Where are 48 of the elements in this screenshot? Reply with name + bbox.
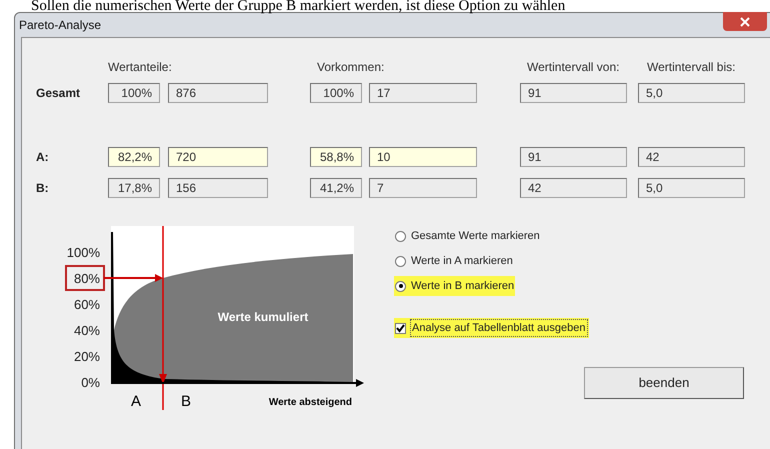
row-label: B: [36,180,50,197]
region-label: A [131,393,141,410]
value-field: 82,2% [108,147,160,167]
radio-option[interactable]: Gesamte Werte markieren [394,226,541,246]
value-field: 156 [168,178,268,198]
value-field: 100% [108,83,160,103]
export-checkbox[interactable]: Analyse auf Tabellenblatt ausgeben [394,318,588,338]
radio-icon [395,280,406,292]
value-field: 17,8% [108,178,160,198]
y-tick-label: 100% [66,245,100,260]
column-header: Vorkommen: [317,59,386,76]
value-field: 5,0 [638,178,745,198]
row-label: A: [36,149,50,166]
column-header: Wertintervall von: [527,59,620,76]
column-header: Wertintervall bis: [647,59,736,76]
y-tick-label: 0% [81,375,100,390]
close-icon [740,16,750,26]
value-field: 42 [638,147,745,167]
close-button[interactable] [723,12,767,31]
window-title: Pareto-Analyse [19,17,102,34]
value-field: 17 [369,83,477,103]
radio-icon [395,230,406,242]
x-axis-label: Werte absteigend [268,397,352,408]
radio-option[interactable]: Werte in B markieren [394,276,516,296]
value-field: 100% [310,83,362,103]
value-field: 5,0 [638,83,745,103]
value-field: 91 [520,147,627,167]
checkbox-icon [395,322,406,334]
radio-option[interactable]: Werte in A markieren [394,251,514,271]
y-tick-label: 40% [74,323,100,338]
finish-button[interactable]: beenden [584,367,744,399]
value-field: 42 [520,178,627,198]
value-field: 41,2% [310,178,362,198]
value-field: 58,8% [310,147,362,167]
y-tick-label: 80% [74,271,100,286]
region-label: B [181,393,191,410]
pointer-arrow [104,274,163,282]
value-field: 720 [168,147,268,167]
y-tick-label: 60% [74,297,100,312]
radio-icon [395,256,406,266]
y-tick-label: 20% [74,349,100,364]
value-field: 10 [369,147,477,167]
value-field: 7 [369,178,477,198]
value-field: 876 [168,83,268,103]
area-label: Werte kumuliert [218,310,308,324]
value-field: 91 [520,83,627,103]
column-header: Wertanteile: [108,59,173,76]
row-label: Gesamt [36,85,82,102]
